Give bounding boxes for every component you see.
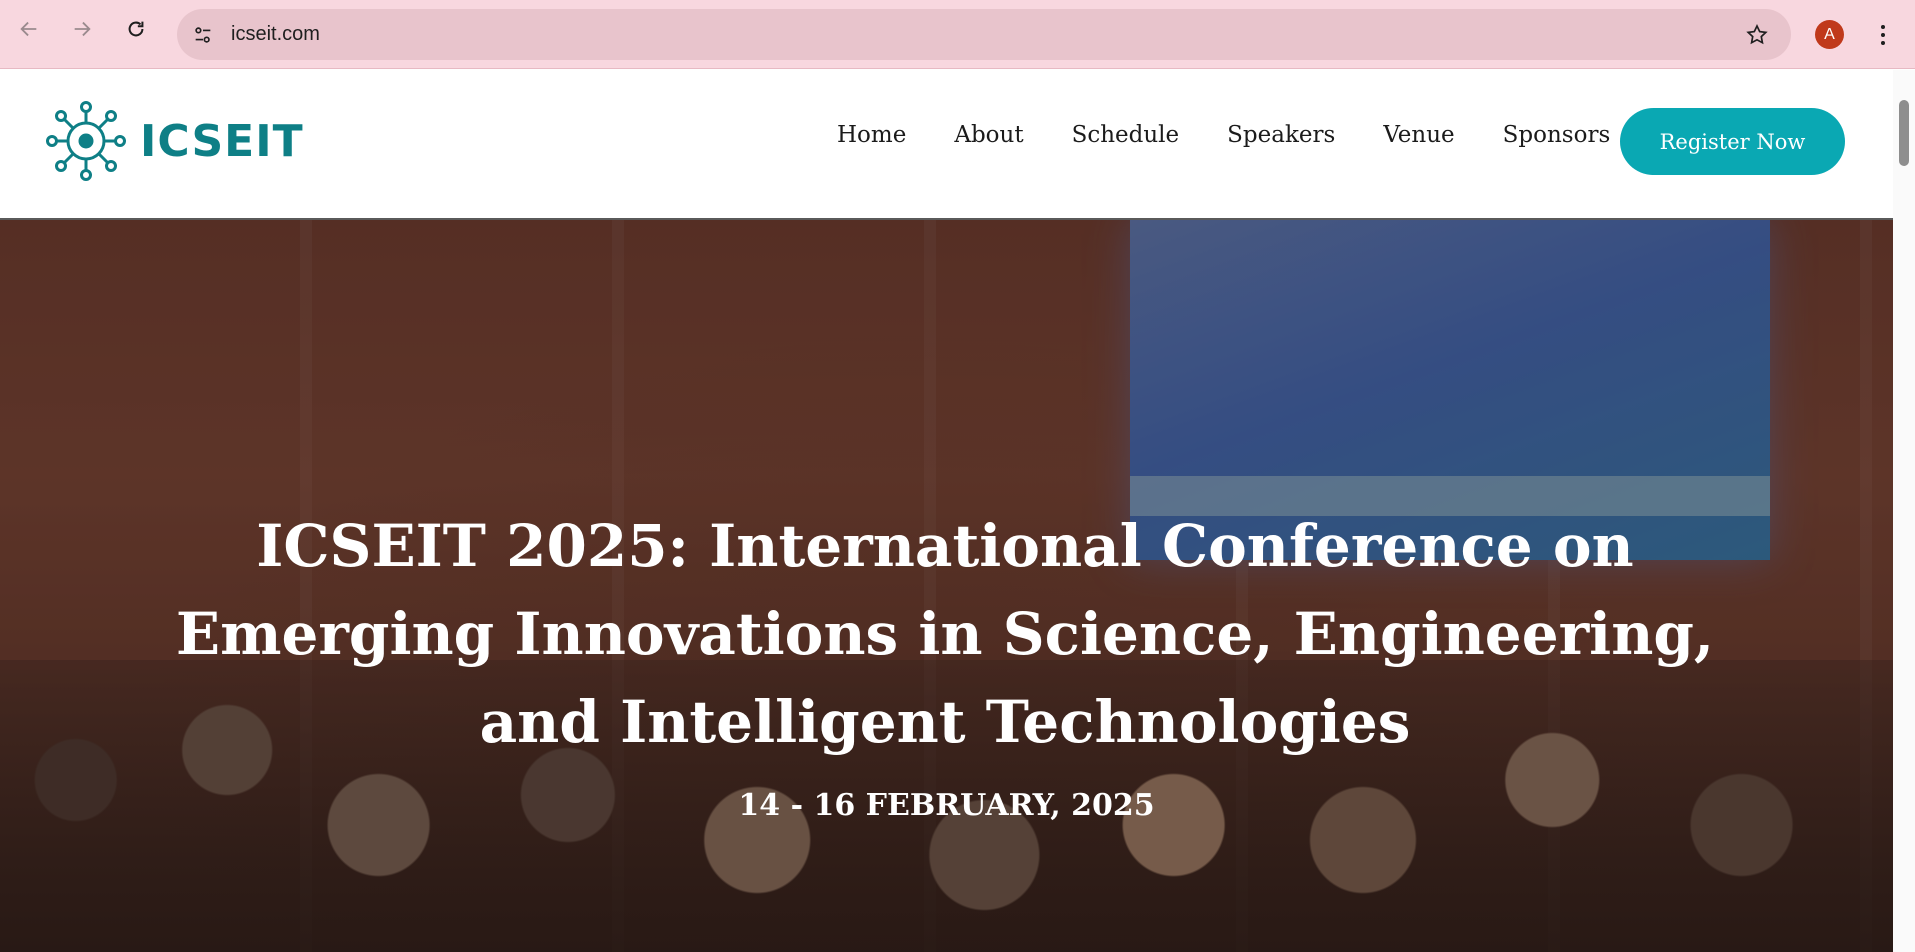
site-info-icon[interactable] [187,19,219,51]
nav-speakers[interactable]: Speakers [1227,122,1335,148]
network-gear-logo-icon [46,101,126,181]
url-text[interactable]: icseit.com [231,23,320,46]
reload-icon [128,21,144,37]
nav-sponsors[interactable]: Sponsors [1503,122,1611,148]
site-header: ICSEIT Home About Schedule Speakers Venu… [0,70,1893,218]
nav-venue[interactable]: Venue [1383,122,1454,148]
hero-title: ICSEIT 2025: International Conference on… [175,512,1715,756]
reload-button[interactable] [120,13,152,45]
register-now-button[interactable]: Register Now [1620,108,1845,175]
bookmark-star-icon[interactable] [1743,21,1771,49]
arrow-right-icon [74,21,91,37]
address-bar[interactable]: icseit.com [177,9,1791,60]
browser-menu-icon[interactable] [1869,20,1897,50]
nav-schedule[interactable]: Schedule [1072,122,1180,148]
back-button[interactable] [13,13,45,45]
hero-date: 14 - 16 FEBRUARY, 2025 [738,788,1155,823]
scrollbar-thumb[interactable] [1899,100,1909,166]
logo-text: ICSEIT [140,115,304,167]
nav-home[interactable]: Home [837,122,906,148]
page-scrollbar[interactable] [1893,70,1915,952]
hero-banner: ICSEIT 2025: International Conference on… [0,218,1893,952]
nav-about[interactable]: About [954,122,1023,148]
site-logo[interactable]: ICSEIT [46,101,304,181]
main-nav: Home About Schedule Speakers Venue Spons… [837,122,1610,148]
profile-avatar[interactable]: A [1815,20,1844,49]
forward-button[interactable] [66,13,98,45]
arrow-left-icon [20,21,37,37]
browser-toolbar: icseit.com A [0,0,1915,69]
page-viewport: ICSEIT Home About Schedule Speakers Venu… [0,70,1893,952]
